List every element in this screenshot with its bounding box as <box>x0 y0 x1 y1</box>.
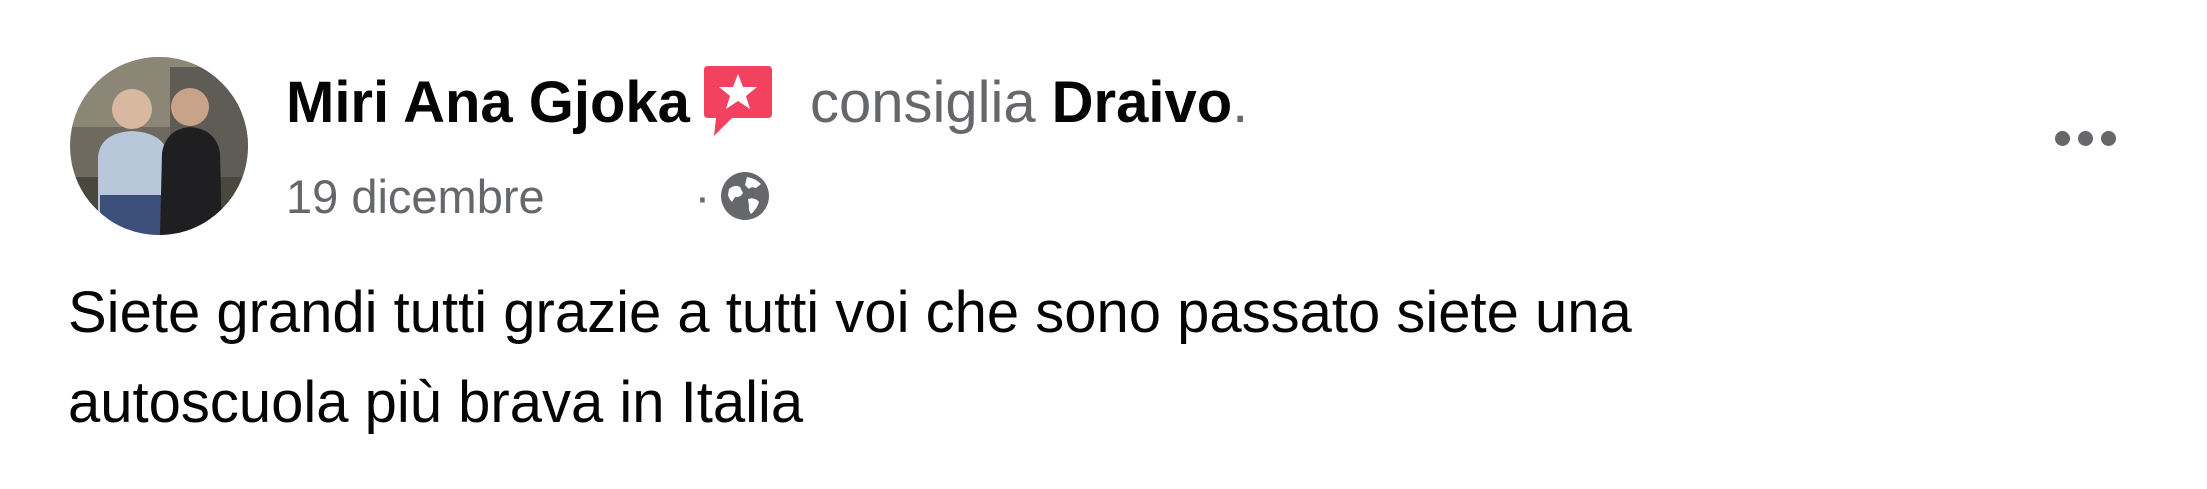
more-options-icon <box>2054 130 2070 146</box>
avatar-photo <box>70 57 248 235</box>
review-post: Miri Ana Gjoka consiglia Draivo . 19 dic… <box>0 0 2207 489</box>
recommendation-star-icon <box>702 64 774 140</box>
more-options-button[interactable] <box>2040 112 2130 164</box>
author-name[interactable]: Miri Ana Gjoka <box>286 69 690 136</box>
header-period: . <box>1232 69 1249 135</box>
post-meta: 19 dicembre · <box>286 166 772 226</box>
post-body: Siete grandi tutti grazie a tutti voi ch… <box>68 268 2068 448</box>
more-options-dot <box>2077 130 2093 146</box>
meta-separator: · <box>694 169 711 223</box>
post-text-line: autoscuola più brava in Italia <box>68 370 804 435</box>
page-name-link[interactable]: Draivo <box>1052 69 1233 136</box>
post-timestamp[interactable]: 19 dicembre <box>286 169 545 224</box>
post-text-line: Siete grandi tutti grazie a tutti voi ch… <box>68 280 1632 345</box>
more-options-dot <box>2100 130 2116 146</box>
globe-icon[interactable] <box>718 169 772 223</box>
recommends-text: consiglia <box>809 69 1036 135</box>
avatar[interactable] <box>70 57 248 235</box>
post-header: Miri Ana Gjoka consiglia Draivo . <box>286 64 1248 140</box>
